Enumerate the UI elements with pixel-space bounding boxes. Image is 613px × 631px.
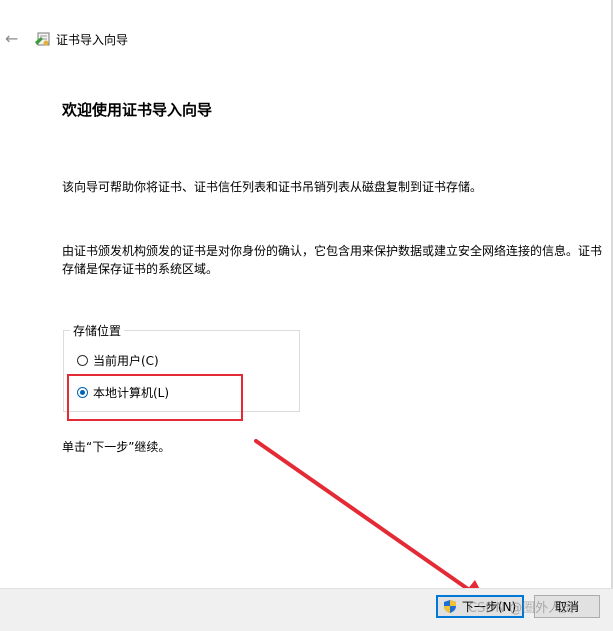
- radio-button-icon[interactable]: [77, 355, 88, 366]
- certificate-wizard-icon: [35, 32, 50, 46]
- radio-current-user-label: 当前用户(C): [93, 354, 159, 368]
- description-text: 该向导可帮助你将证书、证书信任列表和证书吊销列表从磁盘复制到证书存储。: [62, 180, 483, 194]
- uac-shield-icon: [443, 600, 456, 613]
- wizard-title: 证书导入向导: [56, 33, 129, 47]
- explanation-text: 由证书颁发机构颁发的证书是对你身份的确认，它包含用来保护数据或建立安全网络连接的…: [62, 244, 603, 276]
- store-location-legend: 存储位置: [70, 322, 125, 339]
- annotation-arrow: [254, 439, 487, 603]
- watermark-text: CSDN @圈外人员: [468, 601, 575, 616]
- page-heading: 欢迎使用证书导入向导: [62, 101, 213, 119]
- continue-hint: 单击“下一步”继续。: [62, 440, 171, 454]
- back-arrow-icon[interactable]: ←: [5, 30, 25, 48]
- annotation-highlight-box: [67, 374, 243, 421]
- radio-current-user[interactable]: 当前用户(C): [77, 352, 159, 369]
- wizard-header: ← 证书导入向导: [0, 0, 613, 78]
